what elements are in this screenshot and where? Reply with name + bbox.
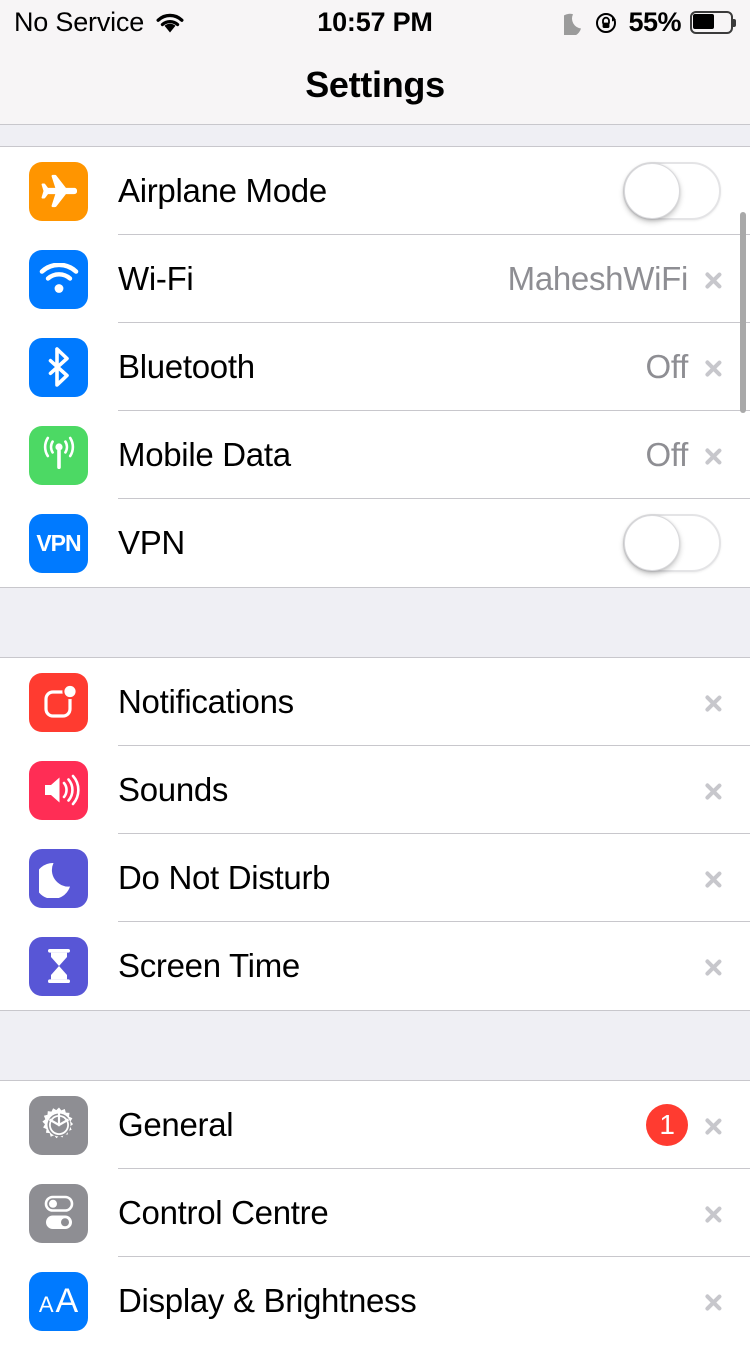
settings-row-label: Wi-Fi [118, 260, 194, 297]
settings-row-vpn[interactable]: VPN VPN [0, 499, 750, 587]
settings-row-wifi[interactable]: Wi-Fi MaheshWiFi [0, 235, 750, 323]
settings-row-accessory [704, 1257, 721, 1345]
settings-row-label: Sounds [118, 771, 229, 808]
settings-row-label: Screen Time [118, 947, 300, 984]
settings-group-connectivity: Airplane Mode Wi-Fi MaheshWiFi Bluetooth… [0, 146, 750, 588]
airplane-icon [29, 161, 88, 221]
chevron-right-icon [704, 687, 721, 717]
chevron-right-icon [704, 440, 721, 470]
status-badge: 1 [646, 1104, 688, 1146]
settings-row-accessory: MaheshWiFi [508, 235, 721, 323]
bluetooth-state-value: Off [645, 348, 688, 385]
display-icon: AA [29, 1271, 88, 1331]
chevron-right-icon [704, 264, 721, 294]
settings-row-label: Airplane Mode [118, 172, 327, 209]
settings-row-do-not-disturb[interactable]: Do Not Disturb [0, 834, 750, 922]
chevron-right-icon [704, 775, 721, 805]
mobile-data-state-value: Off [645, 436, 688, 473]
display-icon-label: AA [38, 1281, 79, 1320]
settings-row-label: Mobile Data [118, 436, 291, 473]
vertical-scrollbar[interactable] [740, 212, 746, 413]
vpn-icon: VPN [29, 513, 88, 573]
navigation-bar: Settings [0, 45, 750, 125]
chevron-right-icon [704, 352, 721, 382]
settings-row-label: Control Centre [118, 1194, 329, 1231]
settings-row-accessory [623, 147, 721, 235]
chevron-right-icon [704, 951, 721, 981]
settings-row-screen-time[interactable]: Screen Time [0, 922, 750, 1010]
cellular-icon [29, 425, 88, 485]
battery-icon [690, 11, 736, 34]
group-gap-1 [0, 588, 750, 657]
page-title: Settings [305, 63, 445, 105]
vpn-toggle[interactable] [623, 514, 721, 572]
settings-row-accessory [704, 834, 721, 922]
settings-row-label: General [118, 1106, 234, 1143]
wifi-network-value: MaheshWiFi [507, 260, 689, 297]
wifi-icon [29, 249, 88, 309]
airplane-mode-toggle[interactable] [623, 162, 721, 220]
status-bar: No Service 10:57 PM 55% [0, 0, 750, 45]
battery-percent-label: 55% [628, 7, 681, 37]
status-bar-right: 55% [564, 7, 736, 38]
settings-row-control-centre[interactable]: Control Centre [0, 1169, 750, 1257]
gear-icon [29, 1095, 88, 1155]
chevron-right-icon [704, 1110, 721, 1140]
settings-row-accessory [704, 1169, 721, 1257]
settings-row-accessory: Off [645, 323, 721, 411]
chevron-right-icon [704, 863, 721, 893]
settings-row-accessory [704, 922, 721, 1010]
moon-icon [564, 11, 586, 35]
settings-row-mobile-data[interactable]: Mobile Data Off [0, 411, 750, 499]
settings-row-notifications[interactable]: Notifications [0, 658, 750, 746]
chevron-right-icon [704, 1198, 721, 1228]
settings-row-accessory [623, 499, 721, 587]
vpn-icon-label: VPN [36, 529, 81, 556]
notifications-icon [29, 672, 88, 732]
sounds-icon [29, 760, 88, 820]
group-gap-2 [0, 1011, 750, 1080]
moon-icon [29, 848, 88, 908]
rotation-lock-icon [595, 11, 619, 35]
settings-row-label: VPN [118, 524, 185, 561]
settings-row-label: Notifications [118, 683, 294, 720]
settings-row-accessory: Off [645, 411, 721, 499]
settings-row-bluetooth[interactable]: Bluetooth Off [0, 323, 750, 411]
settings-row-general[interactable]: General 1 [0, 1081, 750, 1169]
settings-group-system: General 1 Control Centre A A Display & B… [0, 1080, 750, 1345]
settings-row-label: Bluetooth [118, 348, 255, 385]
bluetooth-icon [29, 337, 88, 397]
settings-row-sounds[interactable]: Sounds [0, 746, 750, 834]
control-centre-icon [29, 1183, 88, 1243]
settings-row-label: Display & Brightness [118, 1282, 417, 1319]
settings-list[interactable]: Airplane Mode Wi-Fi MaheshWiFi Bluetooth… [0, 126, 750, 1345]
list-top-gap [0, 126, 750, 146]
settings-row-accessory: 1 [646, 1081, 721, 1169]
settings-row-label: Do Not Disturb [118, 859, 331, 896]
chevron-right-icon [704, 1286, 721, 1316]
settings-group-alerts: Notifications Sounds Do Not Disturb Scre… [0, 657, 750, 1011]
settings-row-accessory [704, 746, 721, 834]
settings-row-airplane-mode[interactable]: Airplane Mode [0, 147, 750, 235]
settings-row-accessory [704, 658, 721, 746]
hourglass-icon [29, 936, 88, 996]
settings-row-display-brightness[interactable]: AA Display & Brightness [0, 1257, 750, 1345]
